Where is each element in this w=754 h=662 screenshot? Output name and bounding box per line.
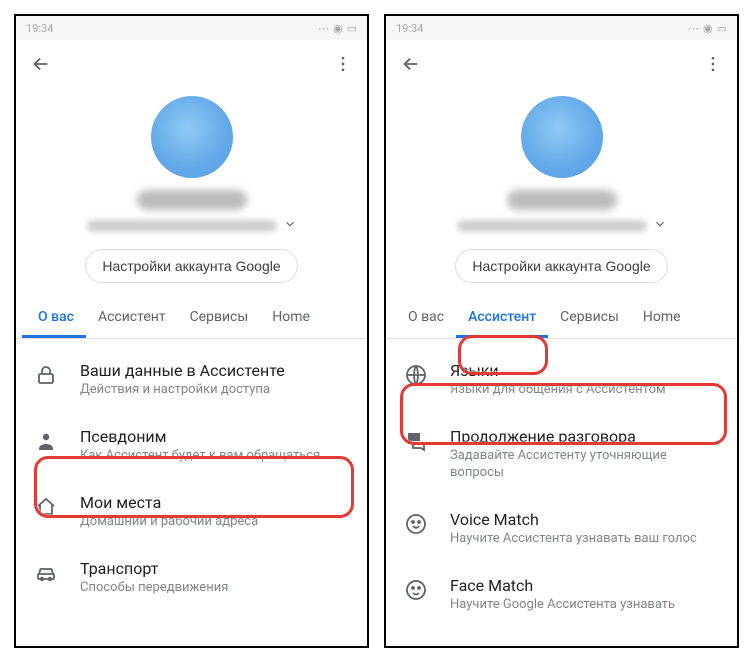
profile-name-blurred bbox=[507, 190, 617, 210]
signal-icon: ⋯ bbox=[688, 22, 699, 35]
status-bar: 19:34 ⋯ ◉ ▭ bbox=[386, 16, 737, 40]
wifi-icon: ◉ bbox=[333, 22, 343, 35]
tab-assistant[interactable]: Ассистент bbox=[456, 297, 548, 338]
profile-email-row[interactable] bbox=[87, 216, 297, 235]
item-title: Транспорт bbox=[80, 559, 228, 578]
battery-icon: ▭ bbox=[717, 22, 727, 35]
signal-icon: ⋯ bbox=[318, 22, 329, 35]
globe-icon bbox=[404, 363, 428, 387]
item-transport[interactable]: Транспорт Способы передвижения bbox=[16, 545, 367, 611]
screen-right: 19:34 ⋯ ◉ ▭ Настройки аккаунта Google О … bbox=[384, 14, 739, 648]
profile-email-row[interactable] bbox=[457, 216, 667, 235]
chevron-down-icon bbox=[283, 216, 297, 235]
avatar[interactable] bbox=[521, 96, 603, 178]
account-settings-button[interactable]: Настройки аккаунта Google bbox=[85, 249, 297, 283]
wifi-icon: ◉ bbox=[703, 22, 713, 35]
item-your-data[interactable]: Ваши данные в Ассистенте Действия и наст… bbox=[16, 347, 367, 413]
tab-home[interactable]: Home bbox=[631, 297, 693, 338]
back-icon[interactable] bbox=[400, 53, 422, 75]
chevron-down-icon bbox=[653, 216, 667, 235]
status-icons: ⋯ ◉ ▭ bbox=[318, 22, 357, 35]
car-icon bbox=[34, 561, 58, 585]
status-time: 19:34 bbox=[396, 22, 423, 35]
item-subtitle: Как Ассистент будет к вам обращаться bbox=[80, 448, 320, 465]
item-subtitle: Действия и настройки доступа bbox=[80, 382, 285, 399]
item-title: Мои места bbox=[80, 493, 258, 512]
item-subtitle: Языки для общения с Ассистентом bbox=[450, 382, 666, 399]
item-subtitle: Домашний и рабочий адреса bbox=[80, 514, 258, 531]
settings-list: Языки Языки для общения с Ассистентом Пр… bbox=[386, 339, 737, 627]
account-settings-button[interactable]: Настройки аккаунта Google bbox=[455, 249, 667, 283]
item-face-match[interactable]: Face Match Научите Google Ассистента узн… bbox=[386, 562, 737, 628]
profile-email-blurred bbox=[457, 220, 647, 232]
item-subtitle: Научите Ассистента узнавать ваш голос bbox=[450, 531, 697, 548]
status-icons: ⋯ ◉ ▭ bbox=[688, 22, 727, 35]
tab-services[interactable]: Сервисы bbox=[548, 297, 631, 338]
item-continued-conversation[interactable]: Продолжение разговора Задавайте Ассистен… bbox=[386, 413, 737, 496]
tab-assistant[interactable]: Ассистент bbox=[86, 297, 178, 338]
item-places[interactable]: Мои места Домашний и рабочий адреса bbox=[16, 479, 367, 545]
item-nickname[interactable]: Псевдоним Как Ассистент будет к вам обра… bbox=[16, 413, 367, 479]
item-voice-match[interactable]: Voice Match Научите Ассистента узнавать … bbox=[386, 496, 737, 562]
screen-left: 19:34 ⋯ ◉ ▭ Настройки аккаунта Google О … bbox=[14, 14, 369, 648]
item-title: Ваши данные в Ассистенте bbox=[80, 361, 285, 380]
item-subtitle: Задавайте Ассистенту уточняющие вопросы bbox=[450, 448, 719, 482]
status-time: 19:34 bbox=[26, 22, 53, 35]
person-icon bbox=[34, 429, 58, 453]
tab-about[interactable]: О вас bbox=[22, 297, 86, 338]
item-subtitle: Способы передвижения bbox=[80, 580, 228, 597]
lock-icon bbox=[34, 363, 58, 387]
item-subtitle: Научите Google Ассистента узнавать bbox=[450, 597, 675, 614]
item-title: Voice Match bbox=[450, 510, 697, 529]
face-icon bbox=[404, 578, 428, 602]
item-title: Псевдоним bbox=[80, 427, 320, 446]
avatar[interactable] bbox=[151, 96, 233, 178]
settings-list: Ваши данные в Ассистенте Действия и наст… bbox=[16, 339, 367, 611]
more-icon[interactable] bbox=[703, 54, 723, 74]
item-title: Face Match bbox=[450, 576, 675, 595]
profile-name-blurred bbox=[137, 190, 247, 210]
chat-icon bbox=[404, 429, 428, 453]
more-icon[interactable] bbox=[333, 54, 353, 74]
item-title: Языки bbox=[450, 361, 666, 380]
tab-about[interactable]: О вас bbox=[392, 297, 456, 338]
tabs: О вас Ассистент Сервисы Home bbox=[16, 297, 367, 339]
back-icon[interactable] bbox=[30, 53, 52, 75]
tab-home[interactable]: Home bbox=[260, 297, 322, 338]
profile-section: Настройки аккаунта Google bbox=[16, 88, 367, 297]
battery-icon: ▭ bbox=[347, 22, 357, 35]
status-bar: 19:34 ⋯ ◉ ▭ bbox=[16, 16, 367, 40]
app-bar bbox=[16, 40, 367, 88]
tabs: О вас Ассистент Сервисы Home bbox=[386, 297, 737, 339]
voice-icon bbox=[404, 512, 428, 536]
profile-section: Настройки аккаунта Google bbox=[386, 88, 737, 297]
home-icon bbox=[34, 495, 58, 519]
item-title: Продолжение разговора bbox=[450, 427, 719, 446]
tab-services[interactable]: Сервисы bbox=[178, 297, 261, 338]
profile-email-blurred bbox=[87, 220, 277, 232]
item-languages[interactable]: Языки Языки для общения с Ассистентом bbox=[386, 347, 737, 413]
app-bar bbox=[386, 40, 737, 88]
